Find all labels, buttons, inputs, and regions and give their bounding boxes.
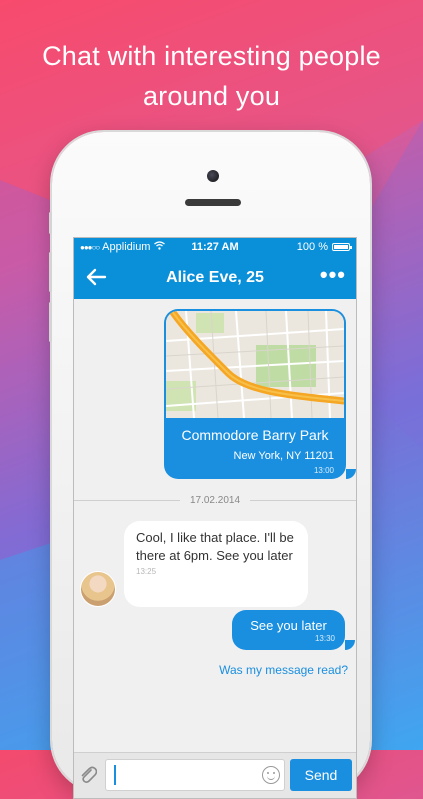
divider: [74, 499, 180, 501]
message-time: 13:00: [313, 466, 334, 475]
smiley-icon[interactable]: [262, 766, 280, 784]
location-address: New York, NY 11201: [233, 450, 335, 462]
phone-screen: ●●●○○ Applidium 11:27 AM 100 % Alice Eve…: [73, 237, 357, 799]
location-name: Commodore Barry Park: [181, 427, 329, 443]
headline: Chat with interesting people around you: [0, 36, 423, 116]
headline-line-1: Chat with interesting people: [42, 41, 381, 71]
battery-fill: [334, 245, 348, 249]
battery-icon: [332, 243, 352, 251]
chat-area: Commodore Barry Park New York, NY 11201 …: [74, 299, 356, 753]
headline-line-2: around you: [142, 81, 281, 111]
message-time: 13:25: [136, 567, 157, 576]
carrier-name: Applidium: [102, 241, 151, 253]
bubble-tail: [346, 469, 356, 479]
message-time: 13:30: [314, 634, 335, 643]
mute-switch: [49, 212, 52, 234]
earpiece-speaker: [185, 199, 241, 206]
paperclip-icon[interactable]: [79, 765, 98, 791]
more-dots-icon[interactable]: •••: [320, 264, 346, 286]
bubble-tail: [345, 640, 355, 650]
divider: [250, 499, 356, 501]
outgoing-message-text: See you later: [250, 618, 327, 633]
wifi-icon: [154, 241, 166, 253]
read-receipt-link[interactable]: Was my message read?: [219, 663, 348, 677]
phone-frame: ●●●○○ Applidium 11:27 AM 100 % Alice Eve…: [49, 132, 370, 799]
date-separator: 17.02.2014: [74, 493, 356, 507]
date-label: 17.02.2014: [189, 494, 241, 506]
send-button[interactable]: Send: [290, 759, 352, 791]
location-message[interactable]: Commodore Barry Park New York, NY 11201 …: [164, 309, 346, 479]
text-caret: [114, 765, 116, 785]
volume-up-button: [49, 252, 52, 292]
outgoing-message[interactable]: See you later 13:30: [232, 610, 345, 650]
back-arrow-icon[interactable]: [80, 261, 112, 293]
avatar[interactable]: [80, 571, 116, 607]
battery-percent: 100 %: [296, 241, 328, 253]
map-thumbnail[interactable]: [166, 311, 344, 418]
message-input[interactable]: [105, 759, 285, 791]
map-graphic: [166, 311, 344, 418]
volume-down-button: [49, 302, 52, 342]
incoming-message-text: Cool, I like that place. I'll be there a…: [136, 530, 294, 563]
incoming-message[interactable]: Cool, I like that place. I'll be there a…: [124, 521, 308, 607]
chat-title: Alice Eve, 25: [166, 268, 264, 286]
front-camera: [207, 170, 219, 182]
status-right: 100 %: [296, 241, 352, 253]
signal-dots-icon: ●●●○○: [80, 242, 100, 252]
message-composer: Send: [74, 752, 356, 798]
nav-bar: Alice Eve, 25 •••: [74, 256, 356, 299]
status-bar: ●●●○○ Applidium 11:27 AM 100 %: [74, 238, 356, 256]
